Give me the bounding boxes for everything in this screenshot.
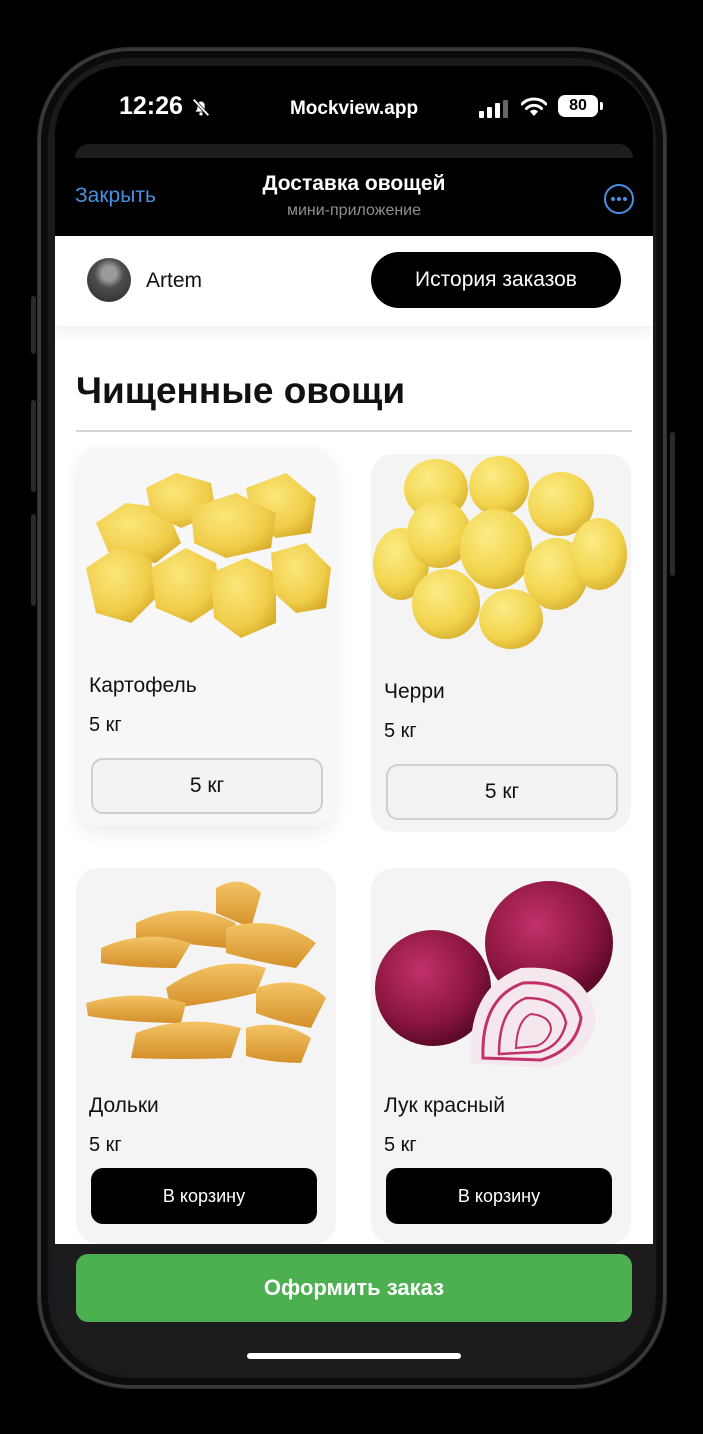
- side-button: [31, 400, 36, 492]
- side-button: [670, 432, 675, 576]
- potato-wedges-image: [86, 881, 326, 1063]
- checkout-button[interactable]: Оформить заказ: [76, 1254, 632, 1322]
- bottom-bar: Оформить заказ: [55, 1244, 653, 1372]
- more-circle-icon[interactable]: [604, 184, 634, 214]
- order-history-button[interactable]: История заказов: [371, 252, 621, 308]
- screen: 12:26 Mockview.app 80 Закрыть Доставка о…: [55, 66, 653, 1372]
- product-name: Картофель: [89, 674, 197, 697]
- product-name: Дольки: [89, 1094, 159, 1117]
- product-weight: 5 кг: [384, 1134, 417, 1156]
- product-card: Черри 5 кг 5 кг: [371, 454, 631, 832]
- add-to-cart-button[interactable]: В корзину: [91, 1168, 317, 1224]
- product-name: Лук красный: [384, 1094, 506, 1117]
- divider: [76, 430, 632, 432]
- battery-indicator: 80: [558, 95, 603, 117]
- user-name: Artem: [146, 269, 203, 292]
- home-indicator[interactable]: [247, 1353, 461, 1359]
- status-bar: 12:26 Mockview.app 80: [55, 66, 653, 146]
- miniapp-header: Закрыть Доставка овощей мини-приложение: [55, 158, 653, 236]
- cellular-signal-icon: [479, 100, 508, 118]
- red-onion-image: [375, 881, 613, 1068]
- product-card: Дольки 5 кг В корзину: [76, 868, 336, 1244]
- product-weight: 5 кг: [89, 714, 122, 736]
- weight-select-button[interactable]: 5 кг: [386, 764, 618, 820]
- peeled-potatoes-image: [86, 473, 331, 638]
- product-card: Картофель 5 кг 5 кг: [76, 448, 336, 826]
- wifi-icon: [521, 97, 547, 116]
- main-content: Artem История заказов Чищенные овощи Кар…: [55, 236, 653, 1244]
- avatar[interactable]: [87, 258, 131, 302]
- user-bar: Artem История заказов: [55, 236, 653, 326]
- side-button: [31, 296, 36, 354]
- add-to-cart-button[interactable]: В корзину: [386, 1168, 612, 1224]
- section-title: Чищенные овощи: [76, 370, 406, 411]
- product-weight: 5 кг: [89, 1134, 122, 1156]
- weight-select-button[interactable]: 5 кг: [91, 758, 323, 814]
- product-weight: 5 кг: [384, 720, 417, 742]
- app-subtitle: мини-приложение: [286, 202, 422, 219]
- product-card: Лук красный 5 кг В корзину: [371, 868, 631, 1244]
- app-title: Доставка овощей: [262, 172, 446, 195]
- side-button: [31, 514, 36, 606]
- product-name: Черри: [384, 680, 445, 703]
- cherry-potatoes-image: [373, 456, 627, 649]
